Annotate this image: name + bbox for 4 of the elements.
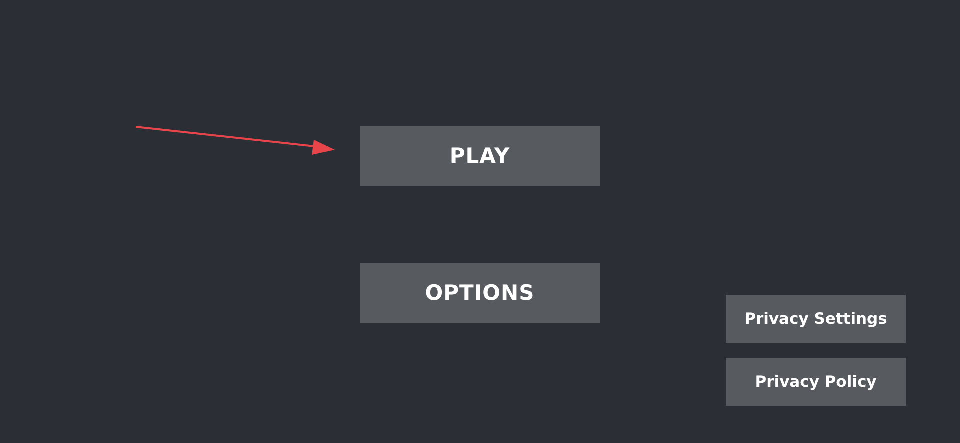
options-button[interactable]: OPTIONS (360, 263, 600, 323)
play-button[interactable]: PLAY (360, 126, 600, 186)
privacy-settings-button[interactable]: Privacy Settings (726, 295, 906, 343)
privacy-policy-button[interactable]: Privacy Policy (726, 358, 906, 406)
